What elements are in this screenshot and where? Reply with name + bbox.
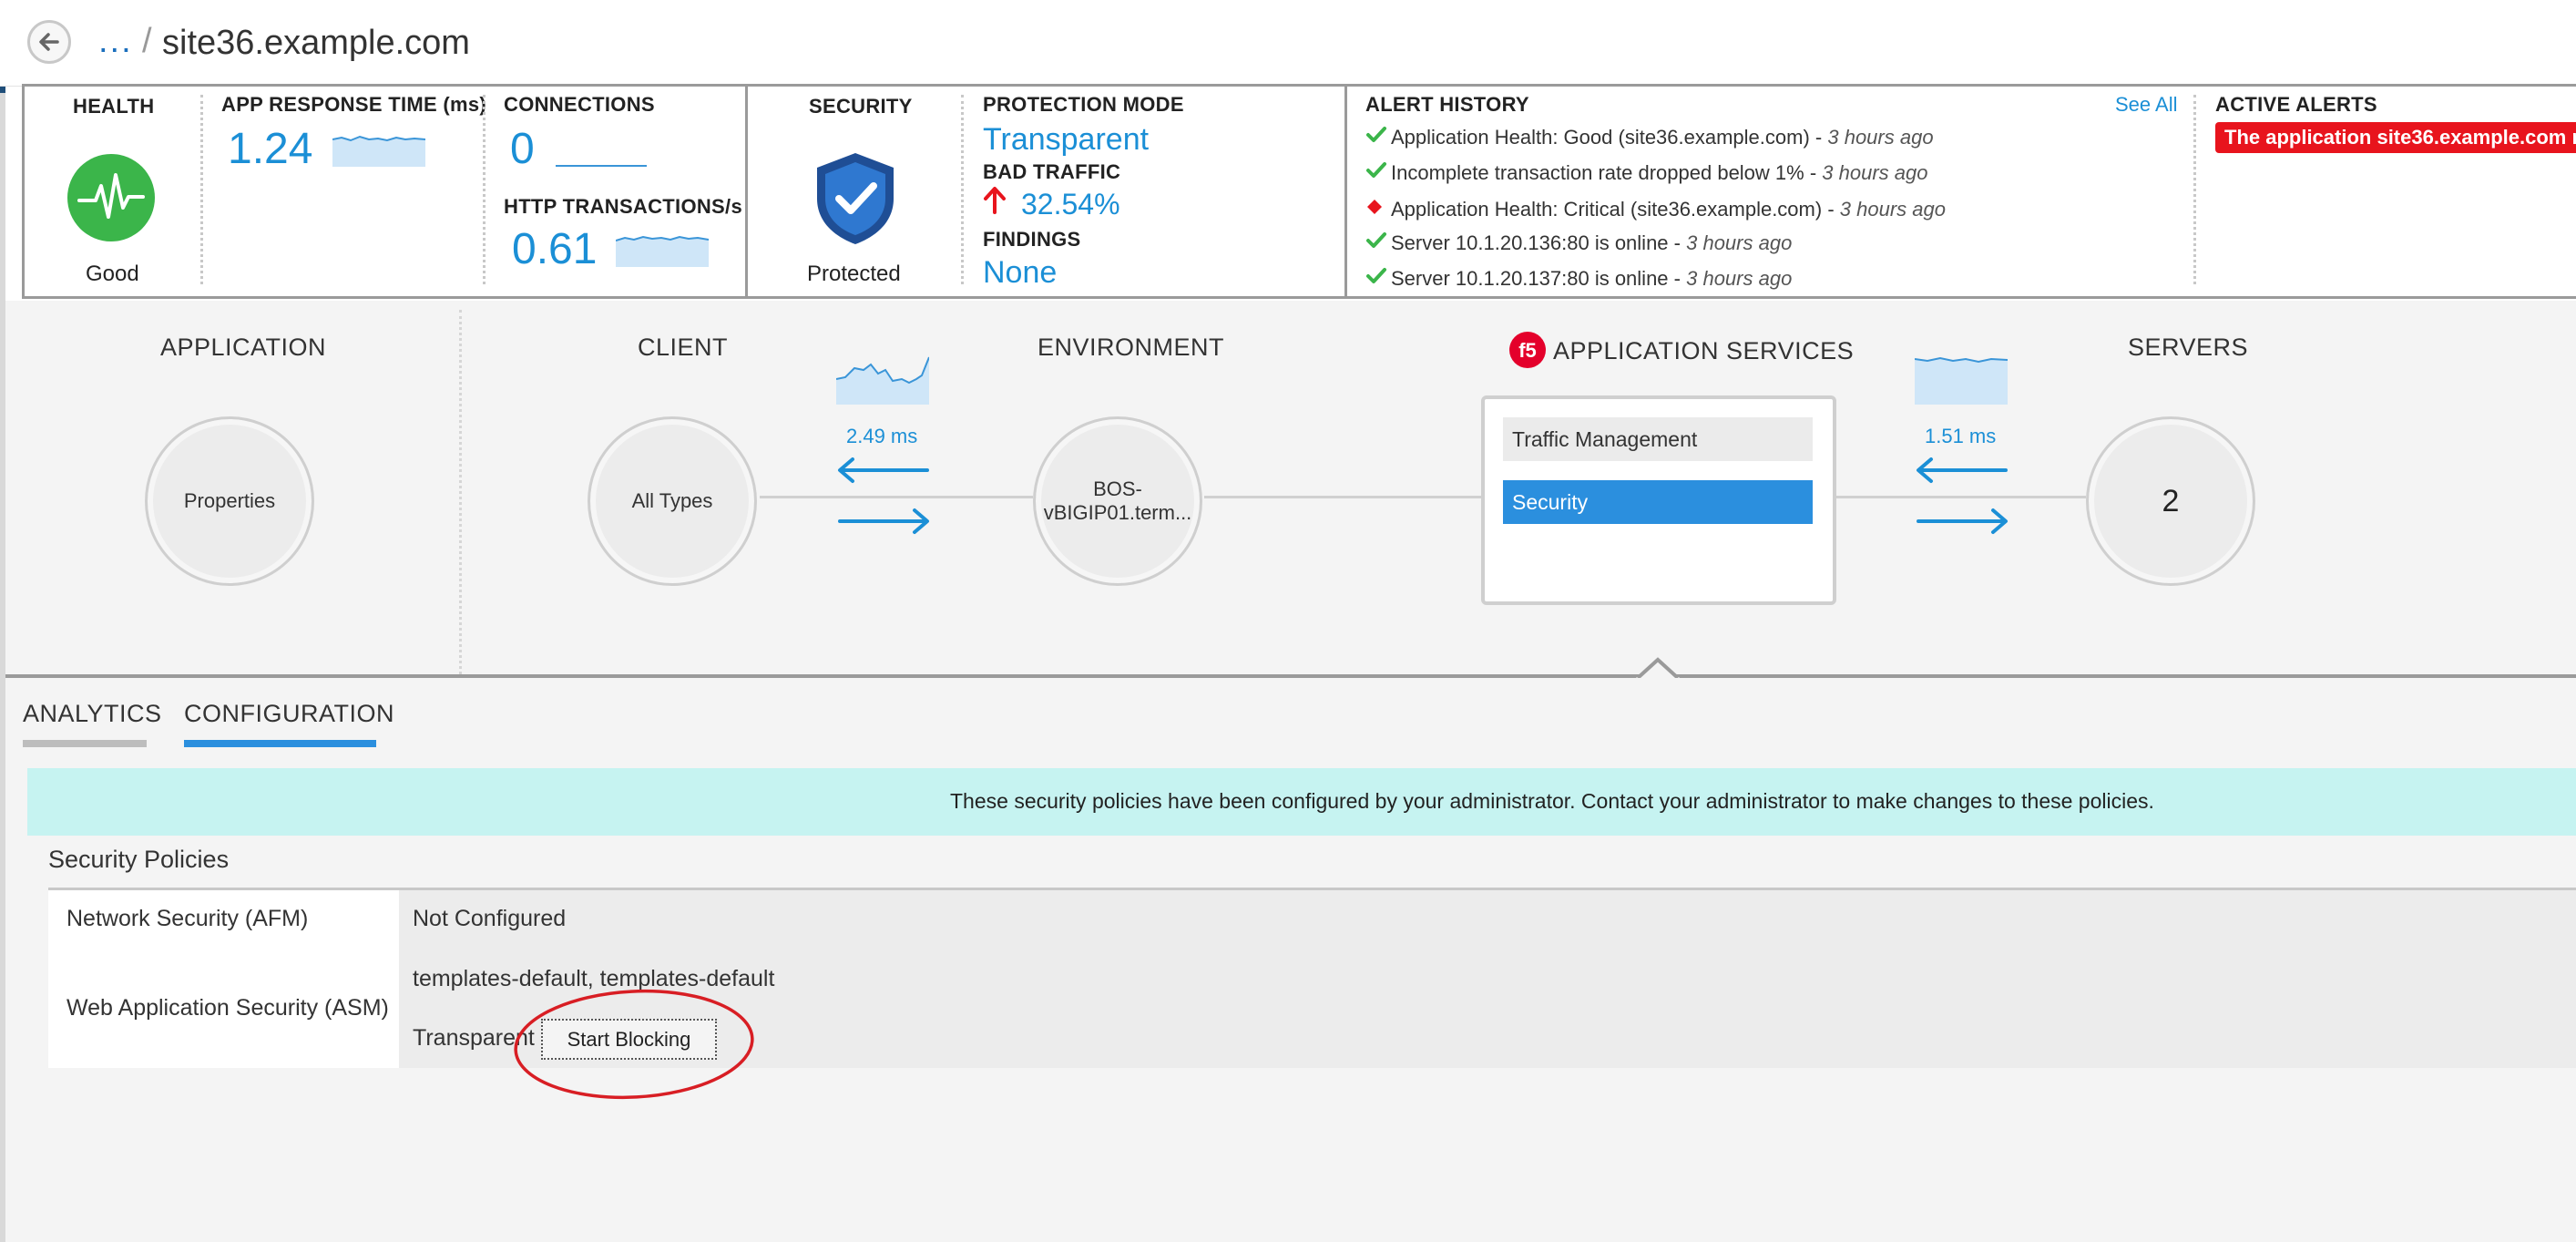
tab-configuration[interactable]: CONFIGURATION	[184, 700, 394, 728]
app-response-value[interactable]: 1.24	[228, 124, 312, 174]
node-label: Properties	[183, 489, 276, 512]
http-transactions-sparkline	[616, 235, 709, 267]
health-label: HEALTH	[73, 95, 155, 118]
application-section-title: APPLICATION	[160, 334, 327, 361]
info-banner-text: These security policies have been config…	[950, 789, 2154, 813]
active-alert-badge[interactable]: The application site36.example.com ra	[2215, 122, 2576, 153]
divider	[200, 95, 203, 284]
back-button[interactable]	[27, 20, 71, 64]
connector-line	[1204, 496, 1483, 498]
http-transactions-label: HTTP TRANSACTIONS/s	[504, 195, 742, 218]
f5-logo-icon: f5	[1509, 332, 1546, 368]
app-services-section-title: APPLICATION SERVICES	[1553, 337, 1855, 364]
web-app-security-label: Web Application Security (ASM)	[66, 995, 389, 1021]
bad-traffic-value[interactable]: 32.54%	[1021, 188, 1120, 221]
environment-section-title: ENVIRONMENT	[1038, 334, 1225, 361]
security-status: Protected	[807, 262, 901, 286]
findings-value[interactable]: None	[983, 255, 1057, 291]
alert-text: Application Health: Good (site36.example…	[1391, 126, 1810, 149]
alert-time: 3 hours ago	[1839, 198, 1946, 221]
network-security-value: Not Configured	[413, 906, 567, 931]
bidirectional-arrows-icon	[1917, 457, 2008, 534]
properties-node[interactable]: Properties	[145, 416, 314, 586]
node-label: All Types	[631, 489, 713, 512]
caret-up-icon	[1636, 657, 1680, 680]
node-label: vBIGIP01.term...	[1043, 501, 1192, 524]
arrow-up-icon	[984, 187, 1006, 214]
bidirectional-arrows-icon	[838, 457, 929, 534]
alert-item[interactable]: Application Health: Good (site36.example…	[1365, 126, 1934, 149]
divider	[1344, 84, 1347, 299]
critical-diamond-icon	[1365, 198, 1391, 221]
alert-item[interactable]: Incomplete transaction rate dropped belo…	[1365, 161, 1927, 185]
findings-label: FINDINGS	[983, 228, 1081, 251]
alert-time: 3 hours ago	[1822, 161, 1928, 184]
page-title: site36.example.com	[162, 24, 470, 62]
connections-sparkline	[556, 165, 647, 167]
traffic-management-item[interactable]: Traffic Management	[1503, 417, 1813, 461]
alert-history-label: ALERT HISTORY	[1365, 93, 1529, 116]
arrow-left-icon	[39, 33, 59, 51]
tab-analytics[interactable]: ANALYTICS	[23, 700, 162, 728]
servers-node[interactable]: 2	[2086, 416, 2255, 586]
check-icon	[1365, 126, 1391, 149]
connections-label: CONNECTIONS	[504, 93, 655, 116]
tab-configuration-underline	[184, 740, 376, 747]
see-all-link[interactable]: See All	[2115, 93, 2178, 117]
divider	[459, 310, 462, 674]
server-latency-sparkline	[1915, 356, 2008, 405]
alert-time: 3 hours ago	[1686, 231, 1793, 254]
active-alerts-label: ACTIVE ALERTS	[2215, 93, 2377, 116]
breadcrumb-separator: /	[142, 22, 152, 60]
health-status: Good	[86, 262, 139, 286]
alert-time: 3 hours ago	[1686, 267, 1793, 290]
divider	[2193, 95, 2196, 284]
alert-item[interactable]: Server 10.1.20.137:80 is online - 3 hour…	[1365, 267, 1792, 291]
client-latency-sparkline	[836, 356, 929, 405]
server-latency-value[interactable]: 1.51 ms	[1925, 425, 1996, 448]
breadcrumb-more-link[interactable]: ...	[98, 22, 133, 61]
health-pulse-icon[interactable]	[66, 153, 156, 242]
alert-text: Server 10.1.20.137:80 is online	[1391, 267, 1669, 290]
server-count: 2	[2162, 483, 2180, 518]
alert-text: Application Health: Critical (site36.exa…	[1391, 198, 1823, 221]
connections-value[interactable]: 0	[510, 124, 535, 174]
environment-node[interactable]: BOS- vBIGIP01.term...	[1033, 416, 1202, 586]
alert-item[interactable]: Server 10.1.20.136:80 is online - 3 hour…	[1365, 231, 1792, 255]
servers-section-title: SERVERS	[2128, 334, 2249, 361]
security-label: SECURITY	[809, 95, 913, 118]
alert-item[interactable]: Application Health: Critical (site36.exa…	[1365, 198, 1946, 221]
security-item[interactable]: Security	[1503, 480, 1813, 524]
network-security-label: Network Security (AFM)	[66, 906, 309, 931]
alert-time: 3 hours ago	[1827, 126, 1934, 149]
check-icon	[1365, 161, 1391, 185]
client-latency-value[interactable]: 2.49 ms	[846, 425, 917, 448]
bad-traffic-label: BAD TRAFFIC	[983, 160, 1121, 183]
app-response-sparkline	[332, 135, 425, 167]
app-response-label: APP RESPONSE TIME (ms)	[221, 93, 487, 116]
divider	[961, 95, 964, 284]
node-label: BOS-	[1093, 477, 1142, 500]
protection-mode-value[interactable]: Transparent	[983, 122, 1149, 158]
tab-analytics-underline	[23, 740, 147, 747]
alert-text: Incomplete transaction rate dropped belo…	[1391, 161, 1804, 184]
http-transactions-value[interactable]: 0.61	[512, 224, 597, 274]
table-row-value-cell	[399, 890, 2576, 947]
shield-check-icon[interactable]	[810, 149, 901, 246]
annotation-ellipse	[514, 989, 754, 1100]
svg-text:f5: f5	[1518, 339, 1537, 362]
security-policies-title: Security Policies	[48, 846, 230, 873]
check-icon	[1365, 231, 1391, 255]
protection-mode-label: PROTECTION MODE	[983, 93, 1184, 116]
divider	[745, 84, 748, 299]
alert-text: Server 10.1.20.136:80 is online	[1391, 231, 1669, 254]
client-node[interactable]: All Types	[588, 416, 757, 586]
divider	[483, 95, 486, 284]
check-icon	[1365, 267, 1391, 291]
client-section-title: CLIENT	[638, 334, 729, 361]
